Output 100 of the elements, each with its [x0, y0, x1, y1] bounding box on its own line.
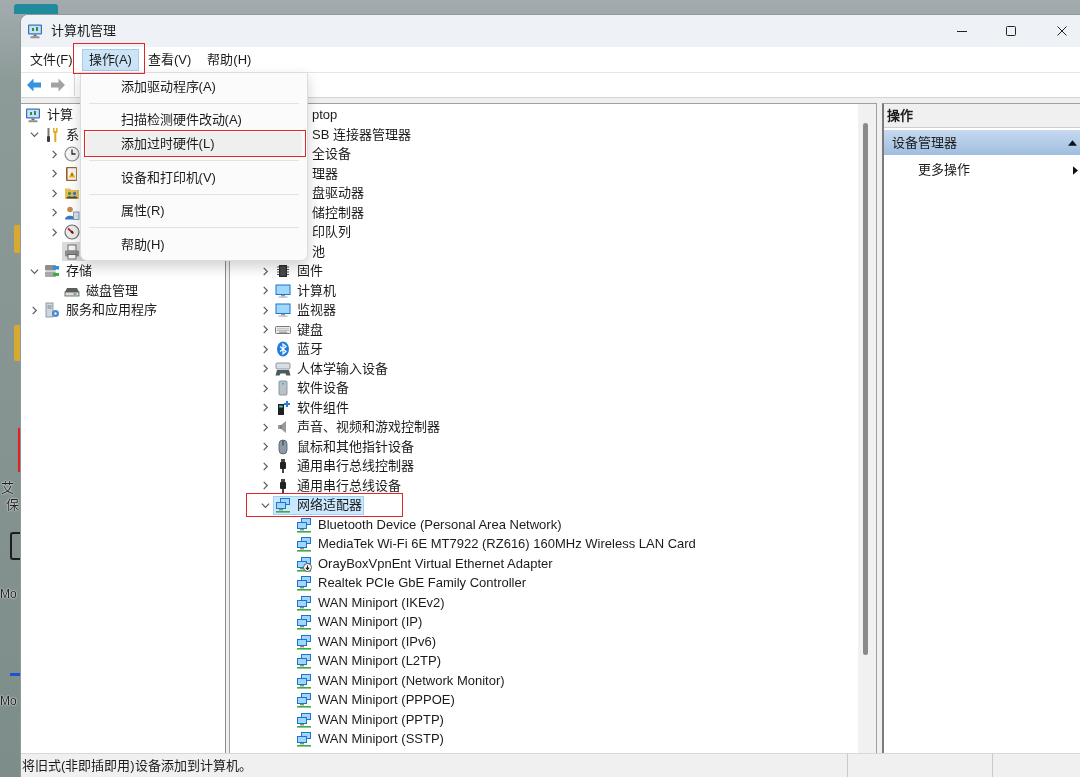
- monitor-icon: [275, 282, 291, 299]
- chevron-right-icon[interactable]: [49, 169, 59, 179]
- chevron-right-icon[interactable]: [260, 305, 270, 315]
- menubar-item[interactable]: 帮助(H): [200, 48, 259, 71]
- maximize-icon: [1006, 26, 1016, 36]
- tree-item[interactable]: 全设备: [310, 144, 353, 164]
- chip-icon: [275, 263, 291, 280]
- mouse-icon: [275, 438, 291, 455]
- menubar-item[interactable]: 文件(F): [23, 48, 80, 71]
- computer-icon: [25, 107, 41, 124]
- tools-icon: [44, 126, 60, 143]
- tree-item[interactable]: Realtek PCIe GbE Family Controller: [294, 573, 529, 593]
- tree-item[interactable]: 固件: [273, 261, 325, 281]
- tree-item[interactable]: WAN Miniport (Network Monitor): [294, 671, 507, 691]
- chevron-right-icon[interactable]: [49, 188, 59, 198]
- vertical-scrollbar[interactable]: [858, 104, 876, 753]
- chevron-right-icon[interactable]: [29, 305, 39, 315]
- storage-icon: [44, 263, 60, 280]
- tree-item[interactable]: Bluetooth Device (Personal Area Network): [294, 515, 564, 535]
- right-triangle-icon: [1073, 165, 1078, 175]
- tree-item[interactable]: ptop: [310, 105, 340, 125]
- chevron-down-icon[interactable]: [260, 500, 270, 510]
- chevron-right-icon[interactable]: [260, 266, 270, 276]
- tree-item[interactable]: [62, 222, 82, 242]
- tree-item[interactable]: WAN Miniport (PPTP): [294, 710, 446, 730]
- tree-item[interactable]: 声音、视频和游戏控制器: [273, 417, 442, 437]
- tree-item[interactable]: WAN Miniport (IKEv2): [294, 593, 447, 613]
- window-title: 计算机管理: [51, 23, 116, 39]
- desktop-icon-label: 保: [6, 498, 19, 511]
- chevron-right-icon[interactable]: [260, 403, 270, 413]
- tree-item[interactable]: 计算: [23, 105, 75, 125]
- menubar-item[interactable]: 查看(V): [140, 48, 199, 71]
- tree-item[interactable]: [62, 144, 82, 164]
- minimize-icon: [957, 30, 967, 32]
- menu-item[interactable]: 添加驱动程序(A): [85, 74, 302, 99]
- tree-item[interactable]: 池: [310, 242, 327, 262]
- menu-item[interactable]: 属性(R): [85, 199, 302, 223]
- computer-icon: [27, 23, 43, 39]
- tree-item[interactable]: WAN Miniport (L2TP): [294, 651, 444, 671]
- chevron-right-icon[interactable]: [260, 461, 270, 471]
- monitor-icon: [275, 302, 291, 319]
- chevron-right-icon[interactable]: [260, 442, 270, 452]
- tree-item[interactable]: WAN Miniport (PPPOE): [294, 690, 457, 710]
- tree-item[interactable]: 服务和应用程序: [42, 300, 159, 320]
- close-icon: [1057, 26, 1067, 36]
- desktop-icon-label: 艾: [1, 481, 14, 494]
- tree-item[interactable]: 盘驱动器: [310, 183, 366, 203]
- tree-item[interactable]: WAN Miniport (IP): [294, 612, 425, 632]
- tree-item[interactable]: 人体学输入设备: [273, 359, 390, 379]
- action-item[interactable]: 更多操作: [884, 160, 1080, 180]
- tree-item[interactable]: 监视器: [273, 300, 338, 320]
- tree-item[interactable]: 计算机: [273, 281, 338, 301]
- event-log-icon: [64, 165, 80, 182]
- actions-group-header[interactable]: 设备管理器: [884, 130, 1080, 155]
- tree-item[interactable]: 储控制器: [310, 203, 366, 223]
- tower-icon: [275, 380, 291, 397]
- chevron-right-icon[interactable]: [260, 481, 270, 491]
- tree-item[interactable]: 网络适配器: [273, 495, 364, 515]
- tree-item[interactable]: 软件组件: [273, 398, 351, 418]
- bluetooth-icon: [275, 341, 291, 358]
- status-text: 将旧式(非即插即用)设备添加到计算机。: [22, 757, 252, 774]
- tree-item[interactable]: WAN Miniport (SSTP): [294, 729, 446, 749]
- desktop-icon-label: Mo: [0, 588, 17, 600]
- chevron-right-icon[interactable]: [260, 325, 270, 335]
- menu-item[interactable]: 扫描检测硬件改动(A): [85, 108, 302, 132]
- tree-item[interactable]: WAN Miniport (IPv6): [294, 632, 438, 652]
- tree-item[interactable]: 通用串行总线设备: [273, 476, 403, 496]
- tree-item[interactable]: 系: [42, 125, 81, 145]
- menu-item[interactable]: 帮助(H): [85, 232, 302, 257]
- chevron-right-icon[interactable]: [260, 383, 270, 393]
- gauge-icon: [64, 224, 80, 241]
- tree-item[interactable]: 鼠标和其他指针设备: [273, 437, 416, 457]
- chevron-right-icon[interactable]: [49, 227, 59, 237]
- tree-item[interactable]: 键盘: [273, 320, 325, 340]
- tree-item[interactable]: 蓝牙: [273, 339, 325, 359]
- menu-item[interactable]: 设备和打印机(V): [85, 165, 302, 190]
- tree-item[interactable]: 通用串行总线控制器: [273, 456, 416, 476]
- users-icon: [64, 204, 80, 221]
- tree-item[interactable]: 磁盘管理: [62, 281, 140, 301]
- tree-item[interactable]: 理器: [310, 164, 340, 184]
- chevron-down-icon[interactable]: [29, 130, 39, 140]
- chevron-right-icon[interactable]: [260, 344, 270, 354]
- tree-item[interactable]: 软件设备: [273, 378, 351, 398]
- chevron-right-icon[interactable]: [260, 364, 270, 374]
- network-icon: [275, 497, 291, 514]
- chevron-right-icon[interactable]: [49, 149, 59, 159]
- server-gear-icon: [44, 302, 60, 319]
- gamepad-icon: [275, 360, 291, 377]
- menubar-item[interactable]: 操作(A): [81, 48, 139, 71]
- tree-item[interactable]: 存储: [42, 261, 94, 281]
- component-icon: [275, 399, 291, 416]
- actions-pane-title: 操作: [884, 104, 1080, 128]
- tree-item[interactable]: MediaTek Wi-Fi 6E MT7922 (RZ616) 160MHz Wireless LAN Card: [294, 534, 698, 554]
- chevron-right-icon[interactable]: [260, 286, 270, 296]
- chevron-right-icon[interactable]: [49, 208, 59, 218]
- menu-item[interactable]: 添加过时硬件(L): [85, 132, 302, 156]
- chevron-down-icon[interactable]: [29, 266, 39, 276]
- tree-item[interactable]: SB 连接器管理器: [310, 125, 413, 145]
- chevron-right-icon[interactable]: [260, 422, 270, 432]
- tree-item[interactable]: 印队列: [310, 222, 353, 242]
